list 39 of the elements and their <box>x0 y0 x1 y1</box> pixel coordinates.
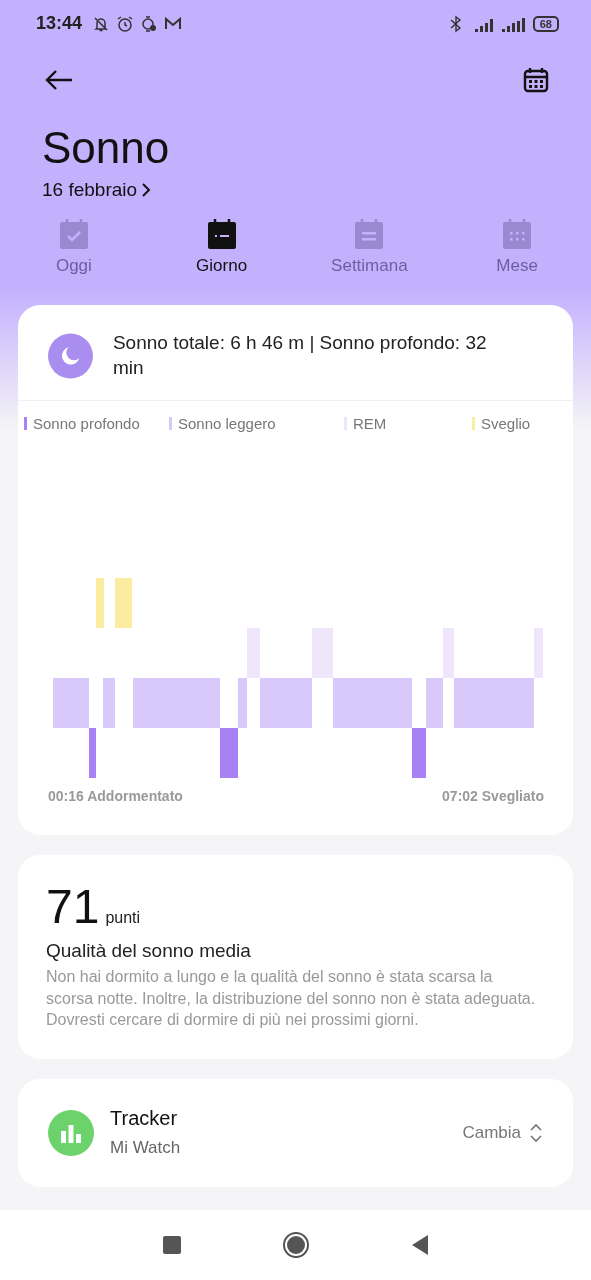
page-title: Sonno <box>42 123 171 173</box>
sleep-score: 71 <box>46 879 100 934</box>
tab[interactable]: Giorno <box>147 217 296 277</box>
tab[interactable]: Settimana <box>295 217 444 277</box>
bluetooth-icon <box>448 14 463 33</box>
home-icon[interactable] <box>281 1231 310 1259</box>
legend-label: Sonno profondo <box>33 415 140 433</box>
score-title: Qualità del sonno media <box>46 940 252 962</box>
recents-icon[interactable] <box>161 1235 182 1255</box>
calendar-icon <box>58 218 89 250</box>
change-button[interactable]: Cambia <box>462 1121 543 1144</box>
tracker-label: Tracker <box>110 1107 179 1131</box>
device-name: Mi Watch <box>110 1138 182 1159</box>
legend-label: REM <box>353 415 387 433</box>
signal-icon <box>500 15 527 32</box>
mute-icon <box>92 14 111 33</box>
calendar-icon <box>354 218 385 250</box>
calendar-icon[interactable] <box>523 67 549 93</box>
back-icon[interactable] <box>44 69 74 91</box>
watch-icon <box>140 14 159 33</box>
wake-time: 07:02 Svegliato <box>442 788 544 805</box>
sleep-summary: Sonno totale: 6 h 46 m | Sonno profondo: 32 min <box>112 331 488 380</box>
chevron-right-icon <box>141 182 152 198</box>
date-selector[interactable]: 16 febbraio <box>40 177 154 203</box>
legend-label: Sonno leggero <box>178 415 276 433</box>
calendar-icon <box>502 218 533 250</box>
moon-icon <box>48 332 93 379</box>
up-down-icon <box>529 1121 543 1144</box>
bar-chart-icon <box>48 1109 94 1156</box>
status-time: 13:44 <box>36 13 83 34</box>
tab[interactable]: Oggi <box>0 217 148 277</box>
legend-label: Sveglio <box>481 415 531 433</box>
tab[interactable]: Mese <box>443 217 591 277</box>
score-description: Non hai dormito a lungo e la qualità del sonno è stata scarsa la scorsa notte. Inoltre, la distribuzione del sonno non è stata adeguata. Dovresti cercare di dormire di più nei prossimi giorni. <box>46 967 537 1031</box>
battery-indicator: 68 <box>532 15 559 32</box>
sleep-start-time: 00:16 Addormentato <box>48 788 183 805</box>
calendar-icon <box>206 218 237 250</box>
alarm-icon <box>116 14 135 33</box>
score-unit: punti <box>105 909 141 927</box>
